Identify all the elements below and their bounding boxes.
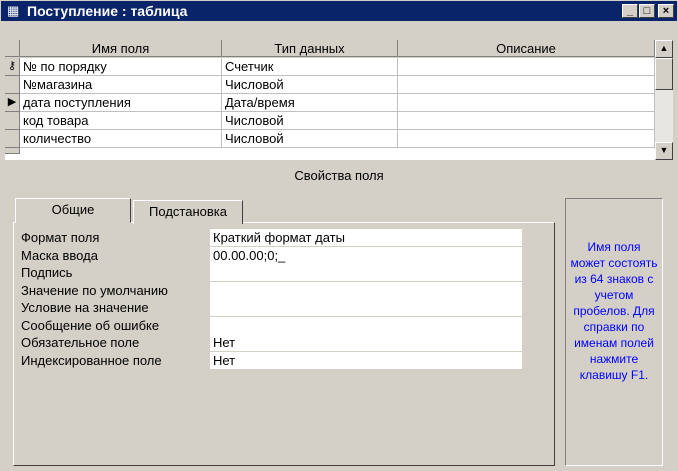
- property-label: Индексированное поле: [21, 352, 162, 368]
- current-row-icon[interactable]: ▶: [5, 94, 20, 112]
- property-value[interactable]: Нет: [210, 351, 522, 369]
- header-corner: [5, 40, 20, 57]
- property-label: Условие на значение: [21, 300, 149, 315]
- help-text: Имя поля может состоять из 64 знаков с у…: [570, 240, 658, 382]
- window-title: Поступление : таблица: [27, 3, 188, 19]
- row-selector[interactable]: [5, 148, 20, 154]
- field-description-cell[interactable]: [398, 130, 655, 148]
- property-label: Сообщение об ошибке: [21, 317, 160, 333]
- table-design-window: ▦ Поступление : таблица _ □ × Имя поля Т…: [0, 0, 678, 471]
- grid-scrollbar[interactable]: ▲ ▼: [655, 40, 673, 160]
- field-type-cell[interactable]: Счетчик: [222, 58, 398, 76]
- scroll-up-icon[interactable]: ▲: [655, 40, 673, 58]
- property-value[interactable]: [210, 316, 522, 334]
- row-selector[interactable]: [5, 112, 20, 130]
- field-name-cell[interactable]: № по порядку: [20, 58, 222, 76]
- maximize-button[interactable]: □: [639, 4, 655, 18]
- property-label: Значение по умолчанию: [21, 282, 168, 298]
- title-bar[interactable]: ▦ Поступление : таблица _ □ ×: [1, 1, 677, 21]
- field-type-cell[interactable]: Числовой: [222, 112, 398, 130]
- column-header-type[interactable]: Тип данных: [222, 40, 398, 57]
- property-value[interactable]: Нет: [210, 334, 522, 351]
- property-label: Обязательное поле: [21, 335, 140, 350]
- field-description-cell[interactable]: [398, 58, 655, 76]
- tab-lookup[interactable]: Подстановка: [133, 200, 243, 224]
- field-description-cell[interactable]: [398, 112, 655, 130]
- close-button[interactable]: ×: [658, 4, 674, 18]
- table-icon: ▦: [7, 3, 20, 18]
- primary-key-icon[interactable]: ⚷: [5, 58, 20, 76]
- scroll-thumb[interactable]: [655, 58, 673, 90]
- field-type-cell[interactable]: Дата/время: [222, 94, 398, 112]
- tab-general[interactable]: Общие: [15, 198, 131, 223]
- field-description-cell[interactable]: [398, 94, 655, 112]
- column-header-description[interactable]: Описание: [398, 40, 655, 57]
- scroll-down-icon[interactable]: ▼: [655, 142, 673, 160]
- property-label: Подпись: [21, 265, 73, 280]
- field-properties-title: Свойства поля: [294, 168, 384, 183]
- row-selector[interactable]: [5, 130, 20, 148]
- field-name-cell[interactable]: количество: [20, 130, 222, 148]
- field-type-cell[interactable]: Числовой: [222, 76, 398, 94]
- row-selector[interactable]: [5, 76, 20, 94]
- property-label: Маска ввода: [21, 247, 98, 263]
- property-value[interactable]: Краткий формат даты: [210, 229, 522, 246]
- field-description-cell[interactable]: [398, 76, 655, 94]
- grid-header: Имя поля Тип данных Описание: [5, 40, 655, 58]
- column-header-name[interactable]: Имя поля: [20, 40, 222, 57]
- field-name-cell[interactable]: дата поступления: [20, 94, 222, 112]
- property-value[interactable]: 00.00.00;0;_: [210, 246, 522, 264]
- minimize-button[interactable]: _: [622, 4, 638, 18]
- property-label: Формат поля: [21, 230, 100, 245]
- property-value[interactable]: [210, 264, 522, 281]
- property-value[interactable]: [210, 299, 522, 316]
- field-type-cell[interactable]: Числовой: [222, 130, 398, 148]
- help-pane: Имя поля может состоять из 64 знаков с у…: [565, 198, 663, 466]
- field-name-cell[interactable]: №магазина: [20, 76, 222, 94]
- property-value[interactable]: [210, 281, 522, 299]
- field-name-cell[interactable]: код товара: [20, 112, 222, 130]
